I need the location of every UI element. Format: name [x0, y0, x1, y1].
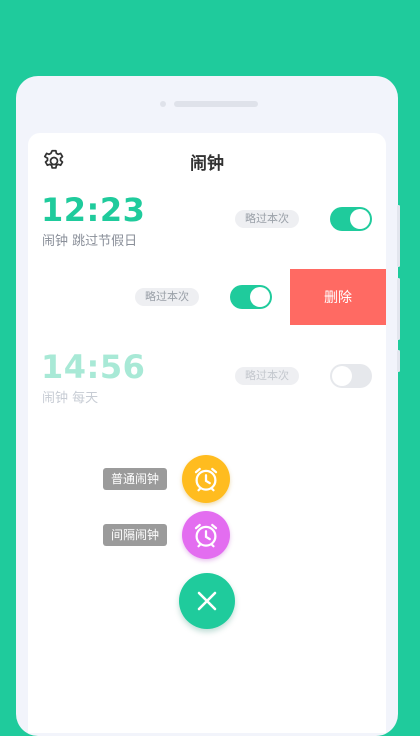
- alarm-repeat: 跳过节假日: [72, 234, 138, 249]
- phone-side-button: [397, 350, 400, 372]
- phone-speaker: [174, 101, 258, 107]
- alarm-clock-icon: [194, 523, 218, 548]
- alarm-time: 12:23: [41, 191, 146, 229]
- close-menu-button[interactable]: [179, 573, 235, 629]
- app-screen: 闹钟 12:23 闹钟 跳过节假日 略过本次 略过本次 删除 14:56 闹钟 …: [28, 133, 386, 733]
- phone-side-button: [397, 205, 400, 267]
- skip-once-button[interactable]: 略过本次: [235, 210, 299, 228]
- phone-side-button: [397, 278, 400, 340]
- normal-alarm-label[interactable]: 普通闹钟: [103, 468, 168, 490]
- toggle-knob: [350, 209, 370, 229]
- alarm-clock-icon: [194, 467, 218, 492]
- alarm-subtitle: 闹钟 每天: [42, 387, 98, 406]
- alarm-label: 闹钟: [42, 234, 69, 249]
- page-title: 闹钟: [190, 154, 224, 174]
- alarm-repeat: 每天: [72, 391, 99, 406]
- alarm-toggle[interactable]: [330, 207, 372, 231]
- toggle-knob: [332, 366, 352, 386]
- alarm-time: 14:56: [41, 348, 146, 386]
- interval-alarm-label[interactable]: 间隔闹钟: [103, 524, 168, 546]
- skip-once-button[interactable]: 略过本次: [235, 367, 299, 385]
- delete-button[interactable]: 删除: [290, 269, 386, 325]
- phone-camera: [160, 101, 166, 107]
- add-normal-alarm-button[interactable]: [182, 455, 230, 503]
- alarm-label: 闹钟: [42, 391, 69, 406]
- alarm-toggle[interactable]: [330, 364, 372, 388]
- close-icon: [197, 591, 217, 611]
- toggle-knob: [250, 287, 270, 307]
- alarm-toggle[interactable]: [230, 285, 272, 309]
- add-interval-alarm-button[interactable]: [182, 511, 230, 559]
- alarm-subtitle: 闹钟 跳过节假日: [42, 230, 137, 249]
- skip-once-button[interactable]: 略过本次: [135, 288, 199, 306]
